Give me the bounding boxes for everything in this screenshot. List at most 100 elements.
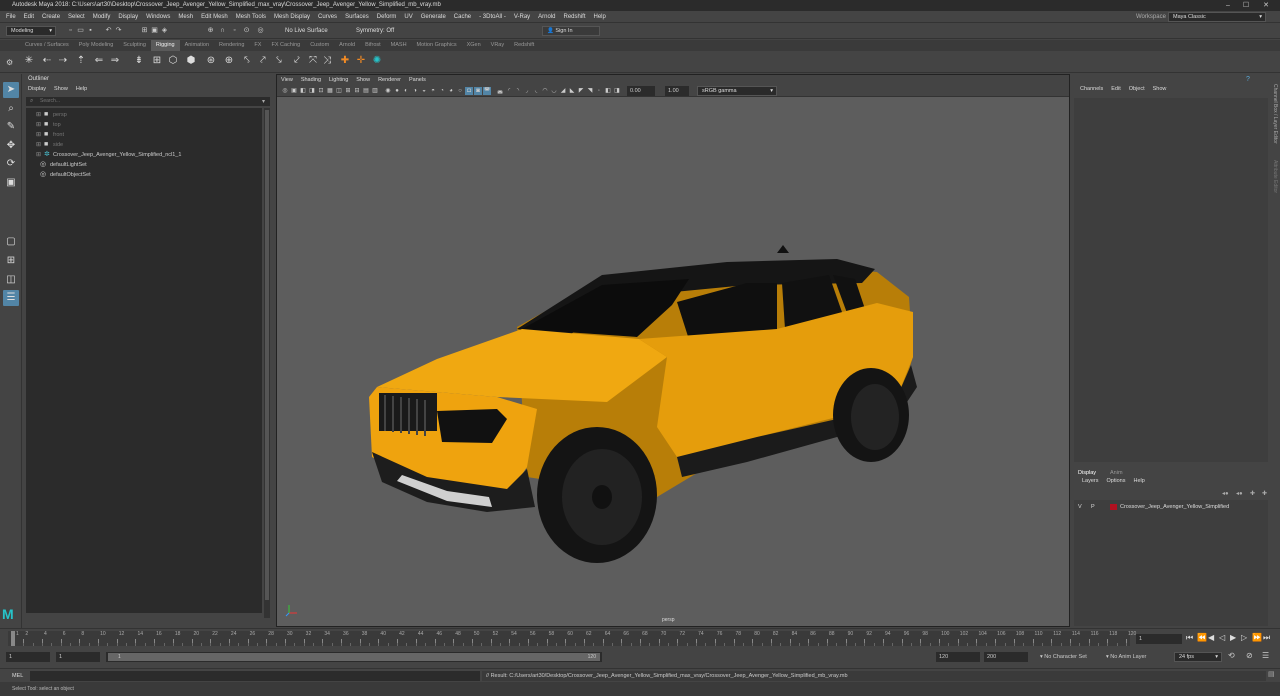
- viewport-menu-lighting[interactable]: Lighting: [325, 75, 352, 85]
- rotate-tool-icon[interactable]: ⟳: [3, 156, 19, 172]
- menu-3dtoall[interactable]: - 3DtoAll -: [475, 11, 510, 23]
- minimize-button[interactable]: –: [1218, 0, 1238, 11]
- script-editor-icon[interactable]: ▤: [1268, 670, 1275, 678]
- viewport-tool-icon-18[interactable]: ◔: [438, 87, 446, 95]
- viewport-tool-icon-29[interactable]: ◠: [541, 87, 549, 95]
- new-scene-icon[interactable]: ▫: [66, 26, 75, 36]
- pole-vector-icon[interactable]: ⤨: [320, 54, 334, 68]
- viewport-tool-icon-22[interactable]: ◙: [474, 87, 482, 95]
- shelf-tab-redshift[interactable]: Redshift: [509, 40, 539, 51]
- insert-joint-icon[interactable]: ⇡: [74, 54, 88, 68]
- expand-icon[interactable]: ⊞: [36, 140, 41, 150]
- viewport-tool-icon-11[interactable]: ▥: [371, 87, 379, 95]
- save-scene-icon[interactable]: ▪: [86, 26, 95, 36]
- viewport-tool-icon-37[interactable]: ◨: [613, 87, 621, 95]
- step-back-frame-icon[interactable]: ◀: [1208, 633, 1214, 643]
- outliner-item[interactable]: ⊞ ■ persp: [26, 110, 262, 120]
- snap-point-icon[interactable]: ◦: [230, 26, 239, 36]
- menu-surfaces[interactable]: Surfaces: [341, 11, 373, 23]
- layer-menu-options[interactable]: Options: [1103, 478, 1130, 484]
- viewport-tool-icon-12[interactable]: ◉: [384, 87, 392, 95]
- new-layer-icon[interactable]: ✚: [1250, 490, 1255, 497]
- undo-icon[interactable]: ↶: [104, 26, 113, 36]
- shelf-tab-rendering[interactable]: Rendering: [214, 40, 249, 51]
- menu-cache[interactable]: Cache: [450, 11, 475, 23]
- range-bar[interactable]: 1 120: [106, 652, 602, 662]
- viewport-panel[interactable]: View Shading Lighting Show Renderer Panels ◎ ▣…: [276, 74, 1070, 627]
- anim-prefs-icon[interactable]: ☰: [1262, 651, 1269, 660]
- parent-constraint-icon[interactable]: ⤣: [240, 54, 254, 68]
- expand-icon[interactable]: ⊞: [36, 130, 41, 140]
- channel-box-area[interactable]: [1074, 98, 1268, 462]
- menu-arnold[interactable]: Arnold: [534, 11, 559, 23]
- shelf-tab-sculpting[interactable]: Sculpting: [118, 40, 151, 51]
- sign-in-button[interactable]: 👤 Sign In: [542, 26, 600, 36]
- new-layer-selected-icon[interactable]: ✚: [1262, 490, 1267, 497]
- auto-key-icon[interactable]: ⊘: [1246, 651, 1253, 660]
- viewport-tool-icon-31[interactable]: ◢: [559, 87, 567, 95]
- viewport-tool-icon-8[interactable]: ⊞: [344, 87, 352, 95]
- select-tool-icon[interactable]: ➤: [3, 82, 19, 98]
- shelf-tab-arnold[interactable]: Arnold: [334, 40, 360, 51]
- mel-label[interactable]: MEL: [12, 669, 23, 683]
- viewport-tool-icon-17[interactable]: ◓: [429, 87, 437, 95]
- viewport-tool-icon-33[interactable]: ◤: [577, 87, 585, 95]
- playback-end-field[interactable]: 120: [936, 652, 980, 662]
- character-set-dropdown[interactable]: ▾ No Character Set: [1040, 652, 1087, 662]
- exposure-field[interactable]: 0.00: [627, 86, 655, 96]
- expand-icon[interactable]: ⊞: [36, 150, 41, 160]
- viewport-tool-icon-14[interactable]: ◐: [402, 87, 410, 95]
- viewport-tool-icon-35[interactable]: ◦: [595, 87, 603, 95]
- layer-name[interactable]: Crossover_Jeep_Avenger_Yellow_Simplified: [1120, 502, 1229, 512]
- bind-skin-icon[interactable]: ⊞: [150, 54, 164, 68]
- viewport-tool-icon-10[interactable]: ▤: [362, 87, 370, 95]
- select-component-icon[interactable]: ◈: [160, 26, 169, 36]
- two-view-icon[interactable]: ◫: [3, 272, 19, 288]
- outliner-item[interactable]: ⊞ ■ top: [26, 120, 262, 130]
- four-view-icon[interactable]: ⊞: [3, 253, 19, 269]
- select-object-icon[interactable]: ▣: [150, 26, 159, 36]
- menu-modify[interactable]: Modify: [89, 11, 115, 23]
- shelf-settings-icon[interactable]: ⚙: [6, 58, 13, 67]
- layer-playback-toggle[interactable]: P: [1091, 502, 1095, 512]
- viewport-menu-panels[interactable]: Panels: [405, 75, 430, 85]
- viewport-menu-view[interactable]: View: [277, 75, 297, 85]
- outliner-menu-show[interactable]: Show: [50, 84, 72, 94]
- outliner-item[interactable]: ⊞ ■ front: [26, 130, 262, 140]
- viewport-menu-show[interactable]: Show: [352, 75, 374, 85]
- orient-joint-icon[interactable]: ⇒: [108, 54, 122, 68]
- fps-dropdown[interactable]: 24 fps ▾: [1174, 652, 1222, 662]
- menu-create[interactable]: Create: [38, 11, 64, 23]
- loop-icon[interactable]: ⟲: [1228, 651, 1235, 660]
- shelf-tab-bifrost[interactable]: Bifrost: [360, 40, 386, 51]
- shelf-tab-motion-graphics[interactable]: Motion Graphics: [412, 40, 462, 51]
- snap-curve-icon[interactable]: ∩: [218, 26, 227, 36]
- viewport-tool-icon-34[interactable]: ◥: [586, 87, 594, 95]
- viewport-tool-icon-30[interactable]: ◡: [550, 87, 558, 95]
- menu-mesh-display[interactable]: Mesh Display: [270, 11, 314, 23]
- snap-view-icon[interactable]: ⊙: [242, 26, 251, 36]
- menu-file[interactable]: File: [2, 11, 20, 23]
- viewport-tool-icon-27[interactable]: ◞: [523, 87, 531, 95]
- lasso-tool-icon[interactable]: ⌕: [3, 101, 19, 117]
- select-hierarchy-icon[interactable]: ⊞: [140, 26, 149, 36]
- channel-box-help-icon[interactable]: ?: [1246, 76, 1250, 83]
- outliner-menu-help[interactable]: Help: [72, 84, 91, 94]
- shelf-tab-xgen[interactable]: XGen: [462, 40, 486, 51]
- viewport-tool-icon-25[interactable]: ◜: [505, 87, 513, 95]
- viewport-tool-icon-26[interactable]: ◝: [514, 87, 522, 95]
- layer-tab-anim[interactable]: Anim: [1110, 468, 1123, 478]
- close-button[interactable]: ✕: [1256, 0, 1276, 11]
- viewport-tool-icon-2[interactable]: ▣: [290, 87, 298, 95]
- car-model[interactable]: [277, 97, 1069, 627]
- start-time-field[interactable]: 1: [6, 652, 50, 662]
- mode-dropdown[interactable]: Modeling ▾: [6, 26, 56, 36]
- menu-display[interactable]: Display: [114, 11, 142, 23]
- menu-generate[interactable]: Generate: [417, 11, 450, 23]
- end-time-field[interactable]: 200: [984, 652, 1028, 662]
- search-dropdown-icon[interactable]: ▾: [262, 98, 265, 105]
- shelf-tab-poly-modeling[interactable]: Poly Modeling: [74, 40, 119, 51]
- viewport-tool-icon-9[interactable]: ⊟: [353, 87, 361, 95]
- outliner-layout-icon[interactable]: ☰: [3, 290, 19, 306]
- shelf-tab-curves-surfaces[interactable]: Curves / Surfaces: [20, 40, 74, 51]
